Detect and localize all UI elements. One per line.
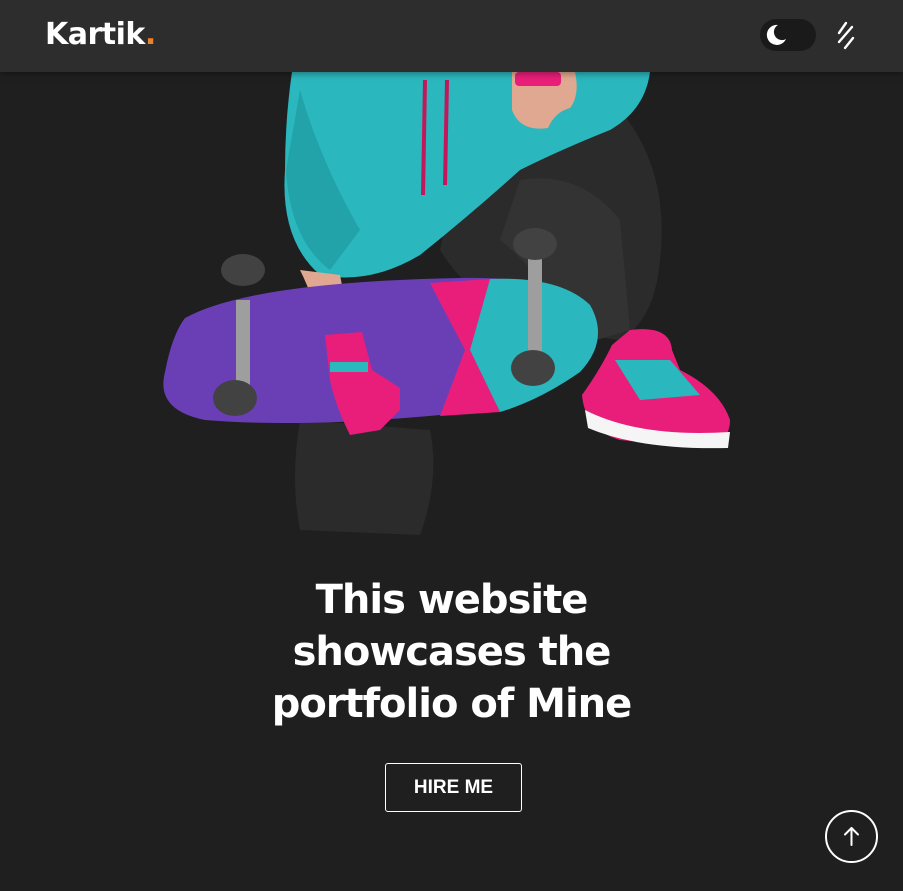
hero-illustration <box>0 72 903 542</box>
menu-icon <box>837 21 855 50</box>
menu-button[interactable] <box>834 20 858 52</box>
logo-dot: . <box>144 17 156 52</box>
headline-line-2: showcases the <box>292 629 612 675</box>
headline-line-3: portfolio of Mine <box>271 681 633 727</box>
hire-me-button[interactable]: HIRE ME <box>385 763 522 812</box>
theme-toggle[interactable] <box>760 19 816 51</box>
hero-headline: This website showcases the portfolio of … <box>0 574 903 730</box>
headline-line-1: This website <box>315 577 589 623</box>
moon-icon <box>766 24 786 45</box>
logo[interactable]: Kartik. <box>45 14 156 56</box>
scroll-to-top-button[interactable] <box>825 810 878 863</box>
arrow-up-icon <box>844 827 859 846</box>
logo-text: Kartik <box>45 17 145 52</box>
navbar: Kartik. <box>0 0 903 72</box>
